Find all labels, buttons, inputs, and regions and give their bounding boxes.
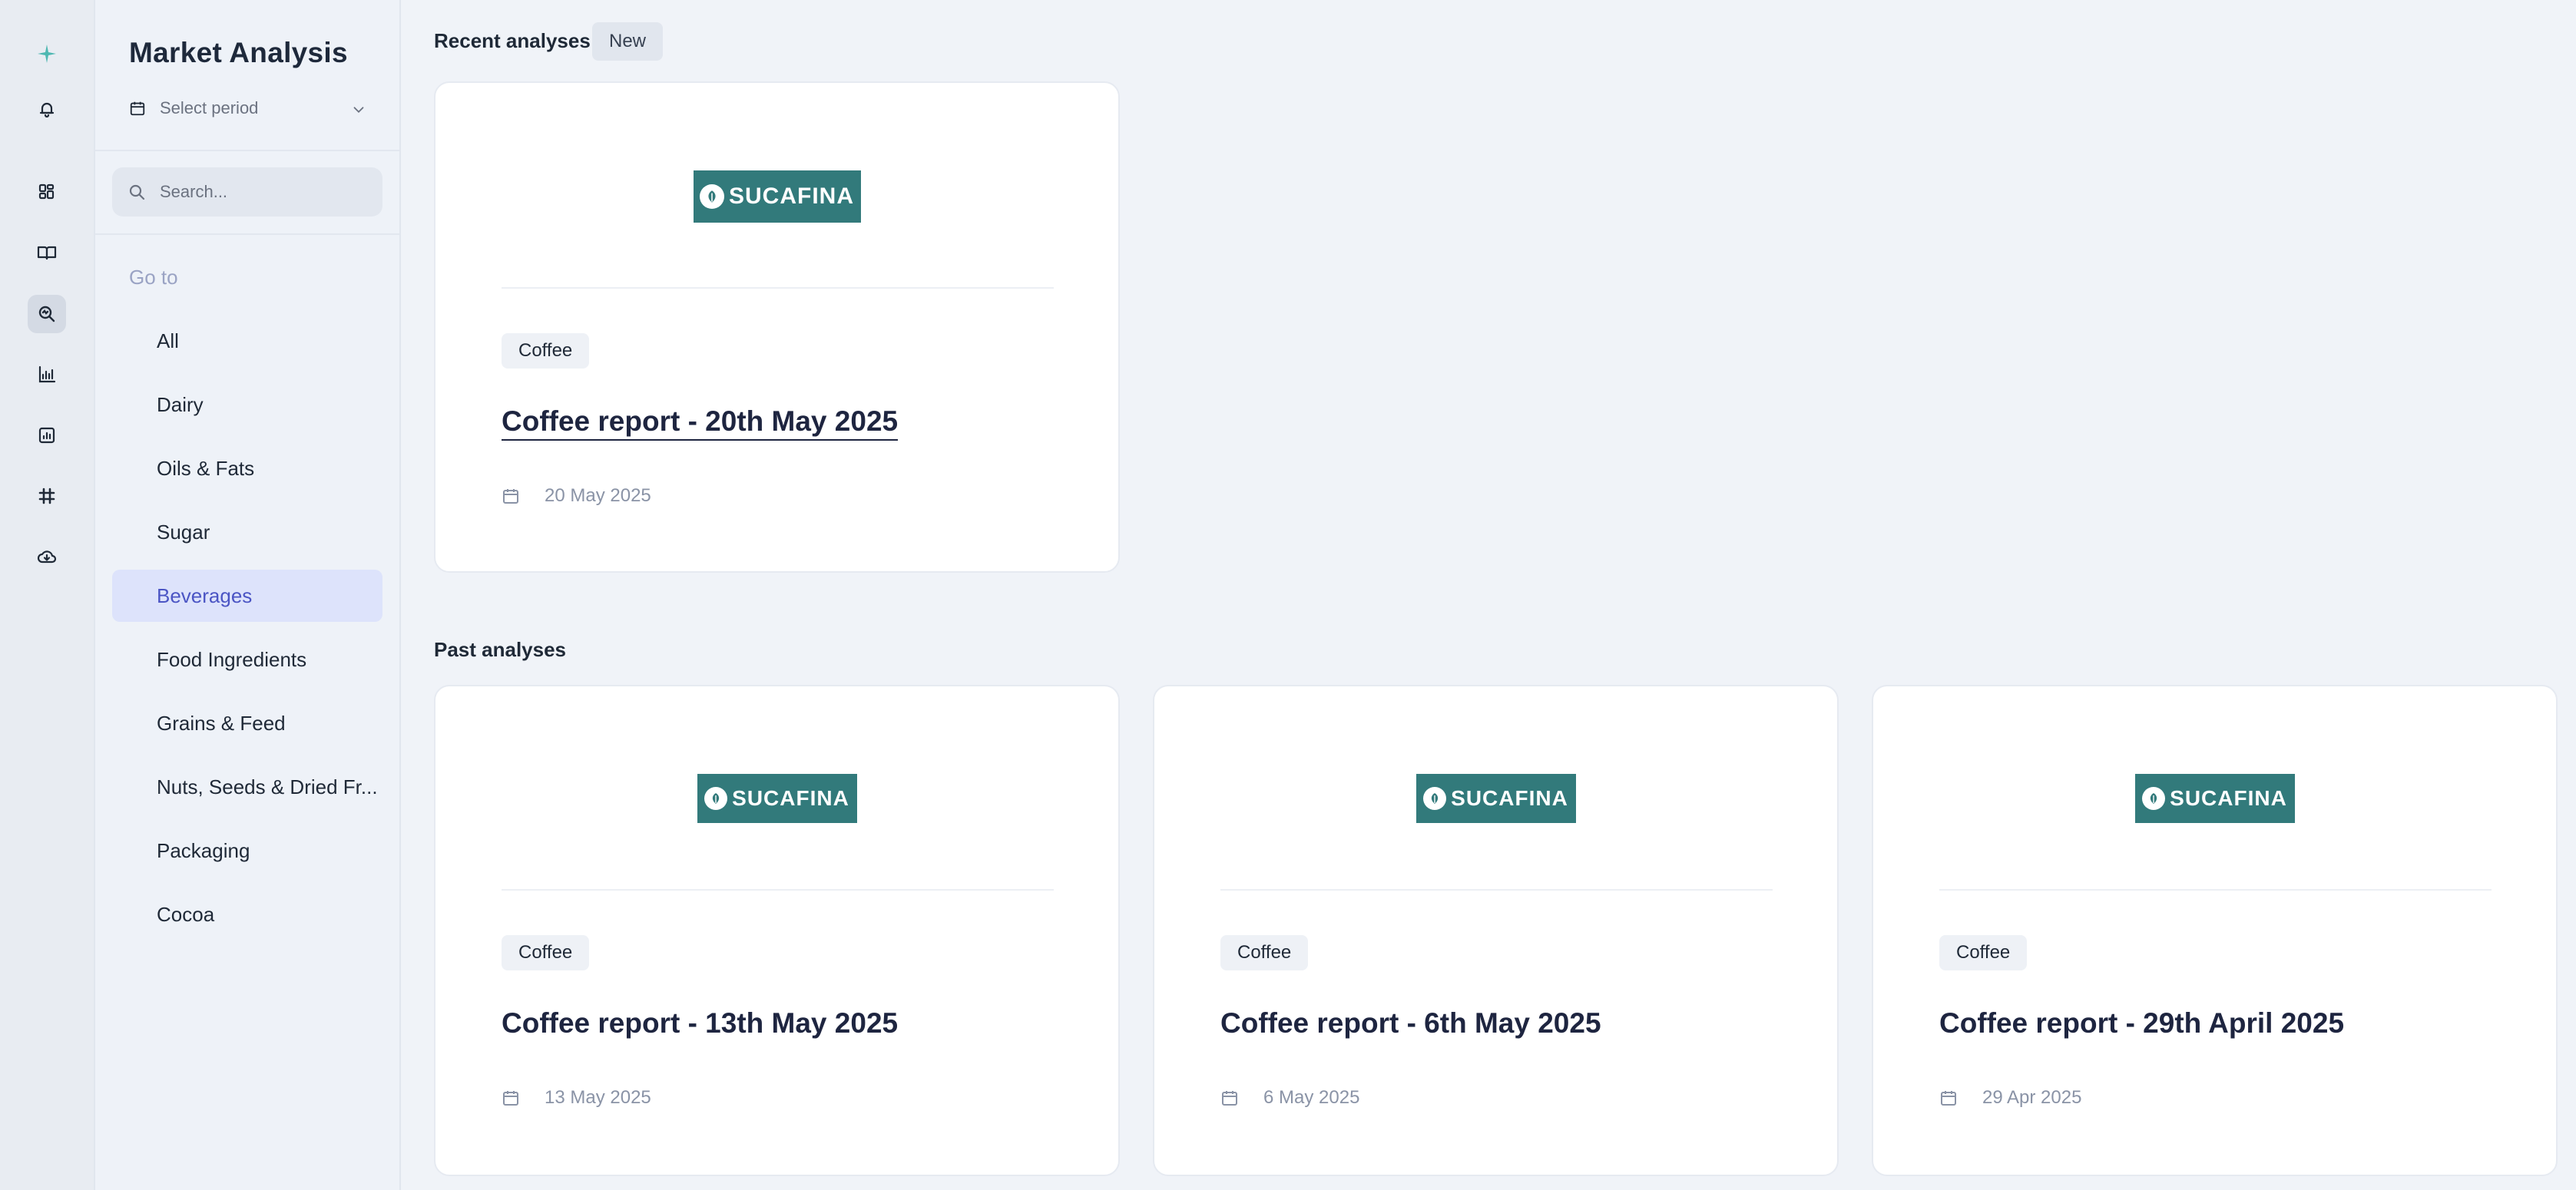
goto-label: Go to [129,266,178,289]
category-tag: Coffee [1220,935,1309,970]
recent-analyses-title: Recent analyses [434,29,591,52]
logo-text: SUCAFINA [729,183,854,209]
sidebar-title: Market Analysis [129,37,348,68]
chevron-down-icon [353,107,364,114]
sidebar-item-dairy[interactable]: Dairy [112,378,382,431]
sidebar-item-grains-feed[interactable]: Grains & Feed [112,697,382,749]
analysis-card[interactable]: SUCAFINA Coffee Coffee report - 20th May… [434,81,1120,573]
calendar-icon [1941,1091,1956,1106]
sidebar: Market Analysis Select period Go to All … [95,0,401,1190]
dashboard-icon[interactable] [28,173,66,211]
card-title-link[interactable]: Coffee report - 13th May 2025 [502,1007,898,1040]
card-date: 20 May 2025 [502,485,651,507]
sidebar-item-oils-fats[interactable]: Oils & Fats [112,442,382,494]
search-icon [129,184,145,200]
card-divider [502,889,1054,891]
sparkle-logo-icon[interactable] [28,35,66,73]
period-select-label: Select period [160,98,259,117]
sidebar-item-beverages[interactable]: Beverages [112,570,382,622]
sucafina-logo: SUCAFINA [1415,774,1576,823]
search-input[interactable] [160,182,359,202]
search-box[interactable] [112,167,382,217]
card-divider [1939,889,2492,891]
sucafina-leaf-icon [1423,787,1447,810]
logo-text: SUCAFINA [1451,786,1568,810]
sucafina-leaf-icon [2142,787,2166,810]
past-analyses-title: Past analyses [434,638,567,661]
card-date: 29 Apr 2025 [1939,1087,2081,1109]
card-title-link[interactable]: Coffee report - 29th April 2025 [1939,1007,2344,1040]
card-date: 13 May 2025 [502,1087,651,1109]
card-divider [502,287,1054,289]
analysis-card[interactable]: SUCAFINA Coffee Coffee report - 29th Apr… [1872,685,2558,1176]
sucafina-leaf-icon [700,184,724,209]
card-date-text: 20 May 2025 [545,485,651,506]
icon-rail [0,0,95,1190]
category-tag: Coffee [1939,935,2028,970]
new-badge: New [592,22,663,61]
calendar-icon [130,101,145,116]
card-title-link[interactable]: Coffee report - 6th May 2025 [1220,1007,1601,1040]
analysis-card[interactable]: SUCAFINA Coffee Coffee report - 13th May… [434,685,1120,1176]
book-icon[interactable] [28,233,66,272]
report-icon[interactable] [28,416,66,455]
calendar-icon [1222,1091,1237,1106]
period-select[interactable]: Select period [129,95,367,121]
card-date-text: 13 May 2025 [545,1087,651,1108]
card-title-link[interactable]: Coffee report - 20th May 2025 [502,405,899,441]
analysis-card[interactable]: SUCAFINA Coffee Coffee report - 6th May … [1153,685,1839,1176]
category-tag: Coffee [502,935,590,970]
card-date-text: 6 May 2025 [1263,1087,1360,1108]
sidebar-item-cocoa[interactable]: Cocoa [112,888,382,940]
logo-text: SUCAFINA [732,786,849,810]
sidebar-item-packaging[interactable]: Packaging [112,825,382,877]
sidebar-divider [95,150,399,151]
sidebar-divider [95,233,399,235]
sidebar-item-all[interactable]: All [112,315,382,367]
card-date-text: 29 Apr 2025 [1982,1087,2082,1108]
card-date: 6 May 2025 [1220,1087,1359,1109]
sidebar-item-food-ingredients[interactable]: Food Ingredients [112,633,382,686]
bell-icon[interactable] [28,90,66,128]
calendar-icon [503,1091,518,1106]
calendar-icon [503,489,518,504]
category-tag: Coffee [502,333,590,369]
search-analysis-icon[interactable] [28,295,66,333]
logo-text: SUCAFINA [2170,786,2287,810]
card-divider [1220,889,1773,891]
sidebar-item-nuts-seeds[interactable]: Nuts, Seeds & Dried Fr... [112,761,382,813]
grid-hash-icon[interactable] [28,477,66,515]
bar-chart-icon[interactable] [28,355,66,394]
cloud-download-icon[interactable] [28,537,66,576]
sucafina-logo: SUCAFINA [693,170,861,223]
sucafina-leaf-icon [704,787,728,810]
sucafina-logo: SUCAFINA [2134,774,2295,823]
sucafina-logo: SUCAFINA [697,774,857,823]
sidebar-item-sugar[interactable]: Sugar [112,506,382,558]
